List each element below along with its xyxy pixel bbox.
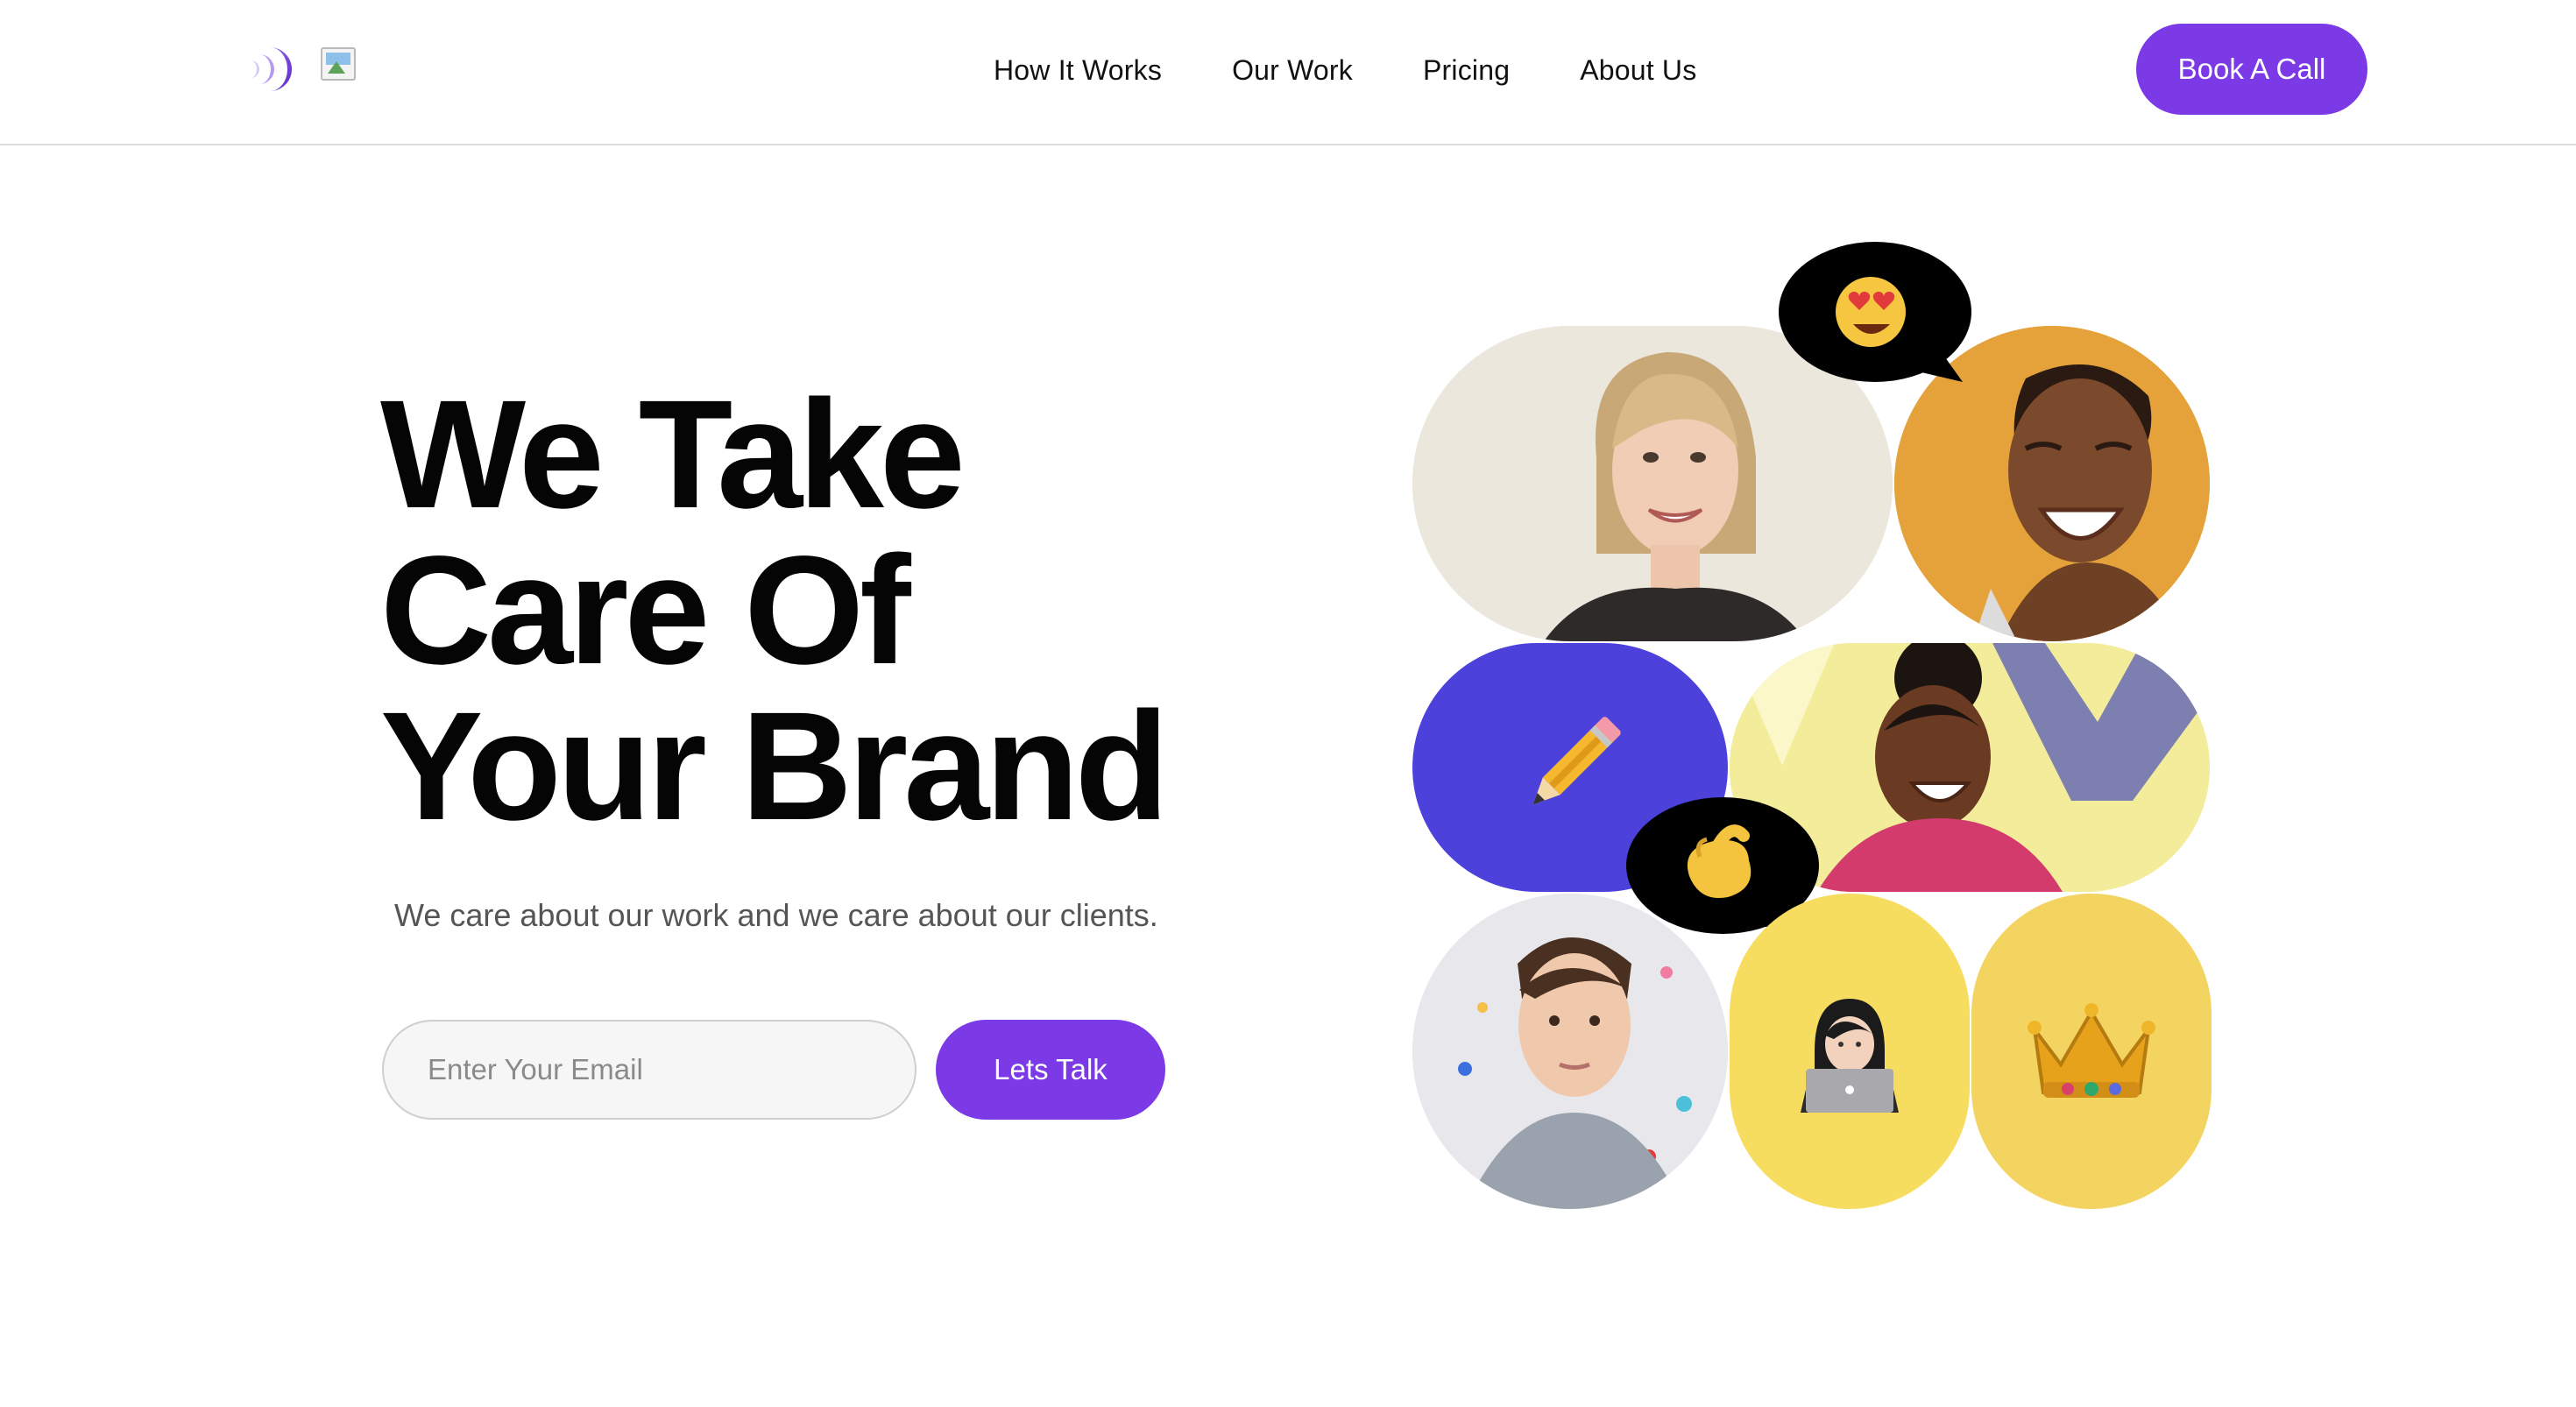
email-input[interactable] — [382, 1020, 916, 1120]
woman-technologist-icon — [1801, 999, 1899, 1113]
nav-pricing[interactable]: Pricing — [1423, 54, 1510, 87]
crown-tile — [1971, 894, 2212, 1209]
heart-eyes-emoji-icon — [1779, 242, 1971, 382]
site-header: How It Works Our Work Pricing About Us B… — [0, 0, 2576, 145]
technologist-tile — [1730, 894, 1970, 1209]
broken-image-icon — [321, 47, 356, 81]
crown-icon — [2028, 1003, 2155, 1098]
hero-subtitle: We care about our work and we care about… — [394, 897, 1158, 933]
hero-title-line-2: Care Of — [380, 525, 911, 696]
main-nav: How It Works Our Work Pricing About Us — [994, 49, 1696, 91]
nav-how-it-works[interactable]: How It Works — [994, 54, 1162, 87]
book-a-call-button[interactable]: Book A Call — [2136, 24, 2367, 115]
landing-page: How It Works Our Work Pricing About Us B… — [0, 0, 2576, 1407]
nav-our-work[interactable]: Our Work — [1232, 54, 1353, 87]
hero-title-line-3: Your Brand — [380, 681, 1169, 852]
crescent-waves-logo[interactable] — [244, 44, 305, 95]
nav-about-us[interactable]: About Us — [1580, 54, 1696, 87]
hero-title: We Take Care Of Your Brand — [380, 377, 1169, 845]
lets-talk-button[interactable]: Lets Talk — [936, 1020, 1165, 1120]
hero-title-line-1: We Take — [380, 369, 966, 541]
pencil-icon — [1532, 717, 1621, 805]
